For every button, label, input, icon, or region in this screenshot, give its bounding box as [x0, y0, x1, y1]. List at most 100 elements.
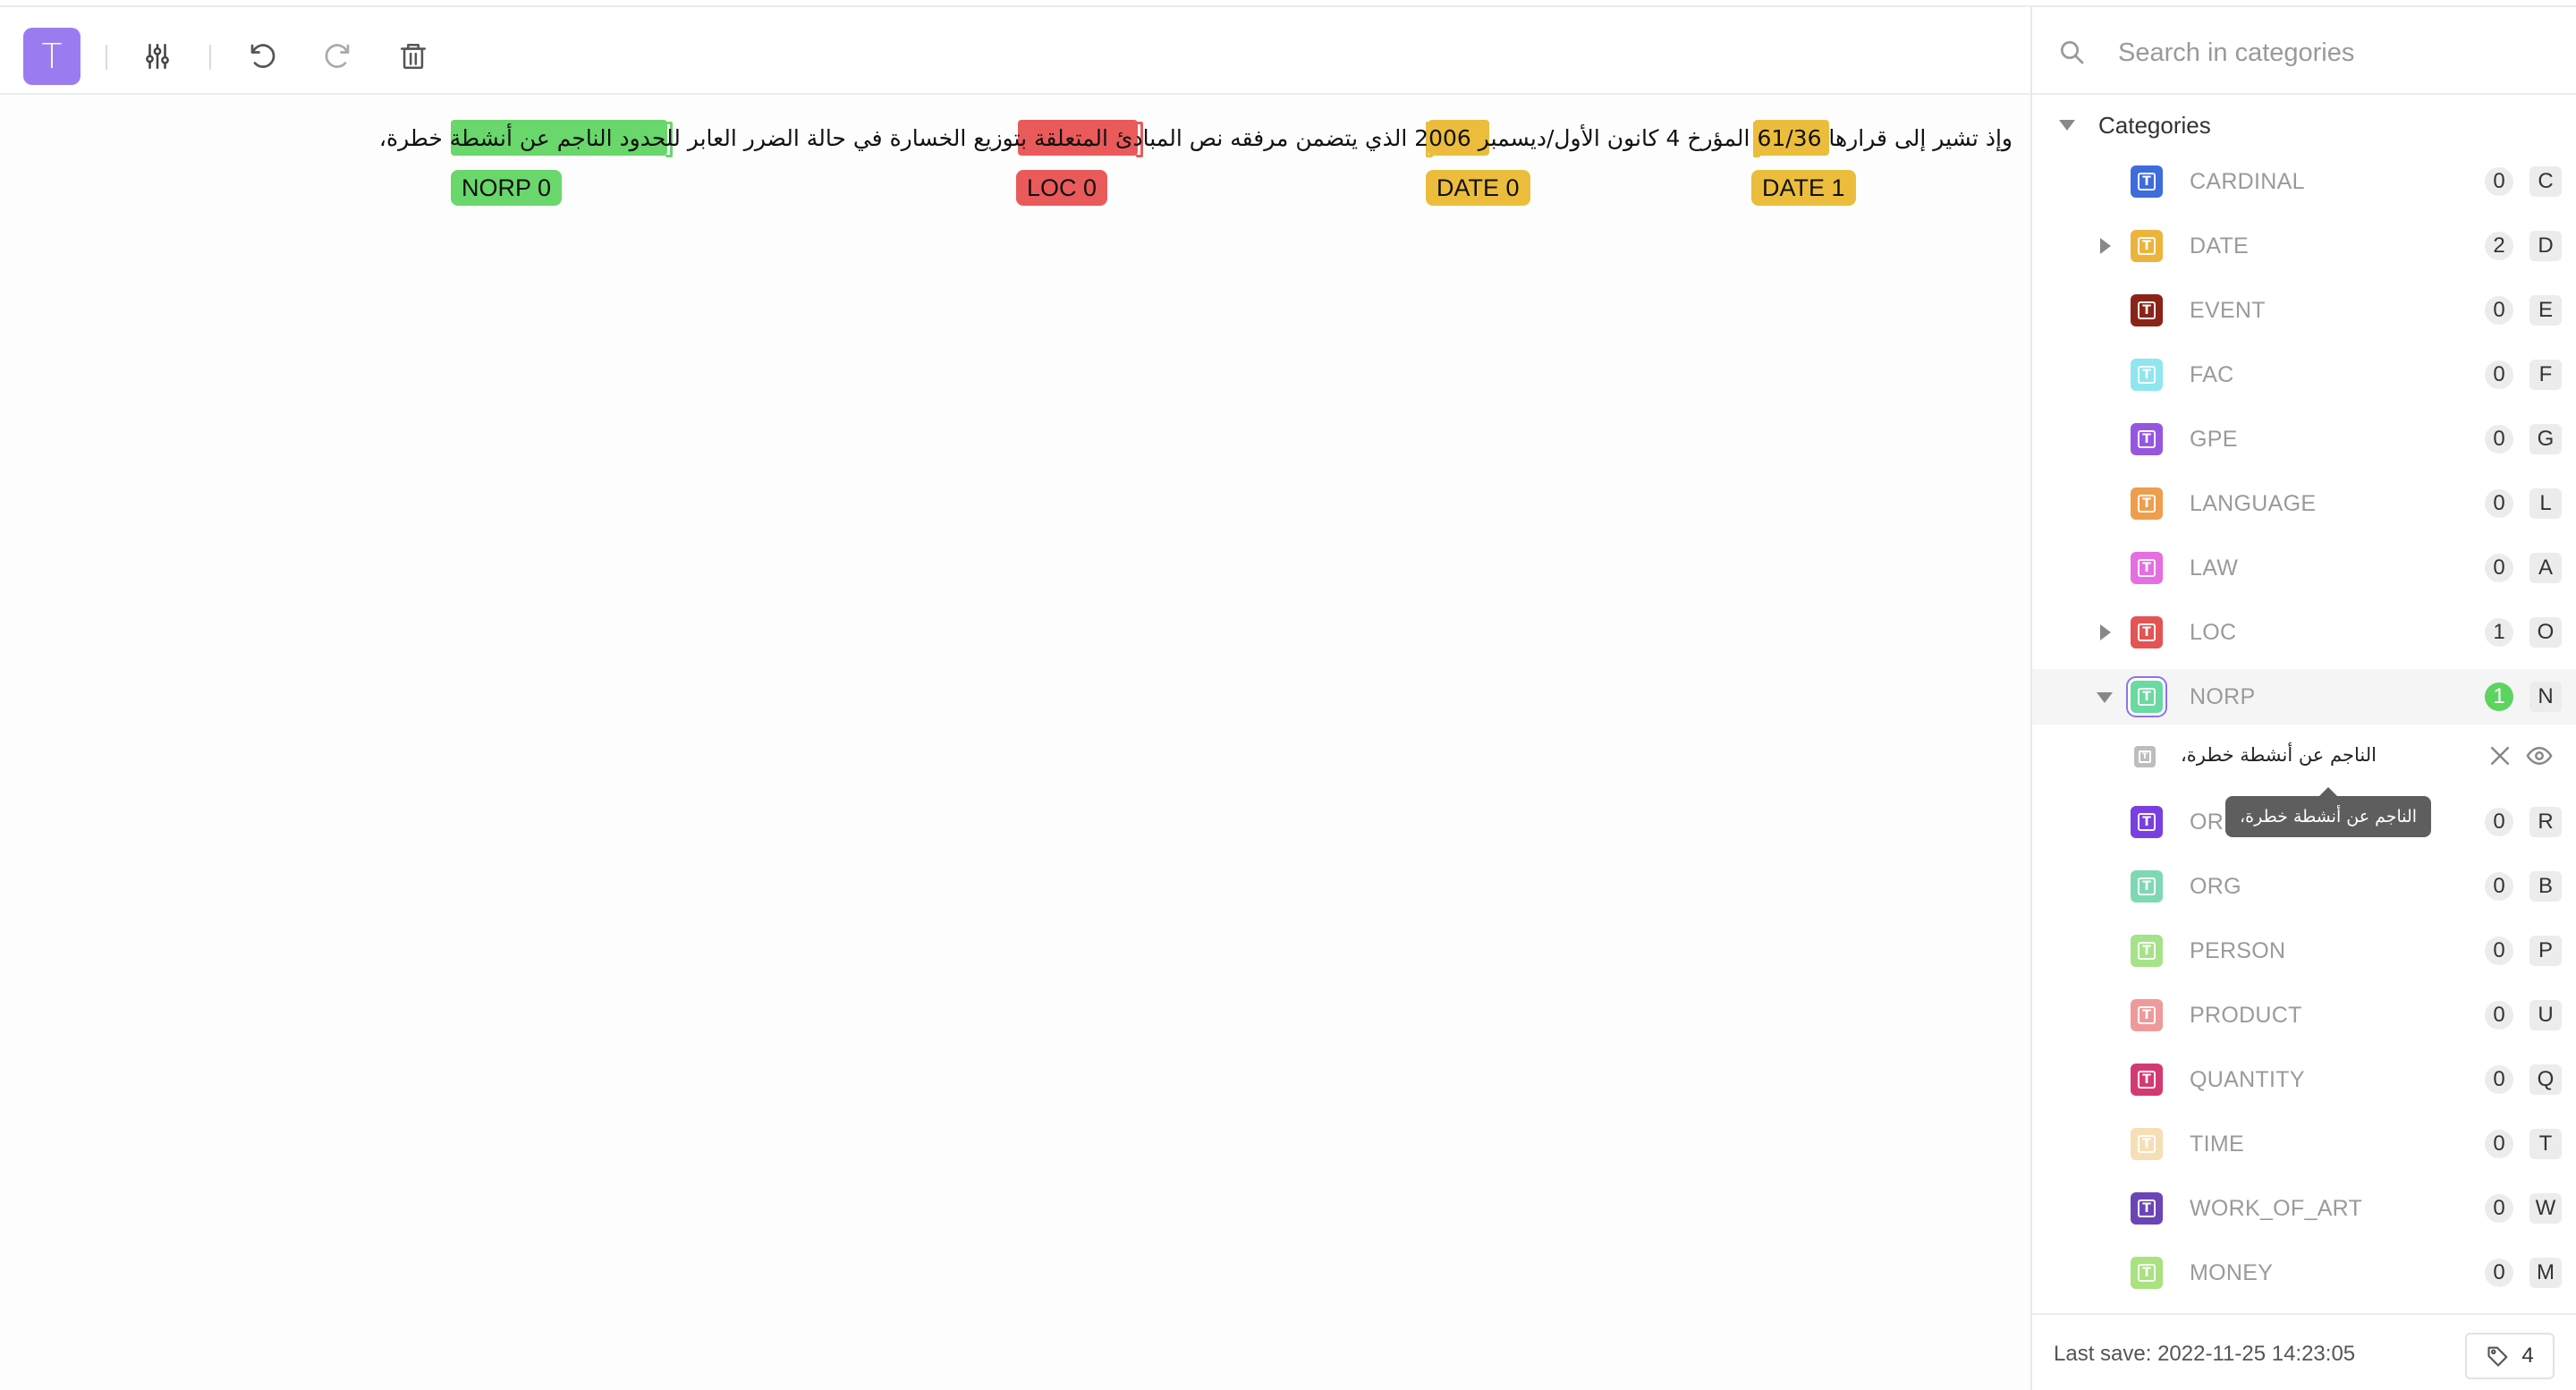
category-count-badge: 0 — [2485, 554, 2513, 582]
category-label: TIME — [2190, 1131, 2244, 1157]
category-color-icon: T — [2131, 870, 2163, 903]
category-shortcut-key: Q — [2529, 1064, 2562, 1095]
category-label: WORK_OF_ART — [2190, 1196, 2363, 1221]
category-label: PERSON — [2190, 938, 2286, 963]
label-tag-norp-0[interactable]: NORP 0 — [451, 170, 563, 206]
search-icon — [2061, 41, 2084, 64]
categories-header[interactable]: Categories — [2050, 107, 2211, 143]
norp-entity-text[interactable]: الناجم عن أنشطة خطرة، — [2181, 744, 2377, 766]
label-tag-loc-0[interactable]: LOC 0 — [1016, 170, 1108, 206]
category-color-icon: T — [2131, 999, 2163, 1031]
category-label: ORG — [2190, 874, 2241, 899]
category-count-badge: 0 — [2485, 1065, 2513, 1094]
category-color-icon: T — [2131, 552, 2163, 584]
search-bar — [2032, 7, 2576, 95]
category-label: LAW — [2190, 555, 2239, 581]
undo-button[interactable] — [234, 28, 292, 85]
annotation-editor-pane: T وإذ تشير إلى قرارها 61/36 المؤرخ 4 كان… — [0, 7, 2030, 1390]
category-count-badge: 1 — [2485, 682, 2513, 711]
label-tag-date-1[interactable]: DATE 1 — [1751, 170, 1856, 206]
delete-button[interactable] — [385, 28, 442, 85]
category-row-cardinal[interactable]: T CARDINAL 0 C — [2032, 154, 2576, 209]
category-shortcut-key: F — [2529, 360, 2562, 390]
category-label: PRODUCT — [2190, 1003, 2302, 1028]
collapse-arrow-icon[interactable] — [2097, 692, 2113, 703]
trash-icon — [400, 43, 427, 70]
category-row-language[interactable]: T LANGUAGE 0 L — [2032, 476, 2576, 531]
redo-button[interactable] — [309, 28, 366, 85]
expand-arrow-icon[interactable] — [2100, 238, 2111, 254]
category-color-icon: T — [2131, 423, 2163, 455]
category-row-law[interactable]: T LAW 0 A — [2032, 540, 2576, 596]
eye-icon[interactable] — [2524, 742, 2555, 769]
category-row-person[interactable]: T PERSON 0 P — [2032, 923, 2576, 979]
search-input[interactable] — [2118, 29, 2547, 77]
category-row-quantity[interactable]: T QUANTITY 0 Q — [2032, 1052, 2576, 1107]
category-color-icon: T — [2131, 935, 2163, 967]
category-shortcut-key: D — [2529, 231, 2562, 261]
category-color-icon: T — [2131, 294, 2163, 326]
category-color-icon: T — [2131, 487, 2163, 520]
category-count-badge: 0 — [2485, 1130, 2513, 1158]
category-row-gpe[interactable]: T GPE 0 G — [2032, 411, 2576, 467]
categories-panel: Categories TCARDINAL0CTDATE2DTEVENT0ETFA… — [2032, 7, 2576, 1390]
undo-icon — [250, 44, 275, 68]
category-count-badge: 0 — [2485, 296, 2513, 325]
category-label: MONEY — [2190, 1260, 2274, 1285]
settings-button[interactable] — [129, 28, 186, 85]
category-color-icon: T — [2131, 1192, 2163, 1225]
category-count-badge: 0 — [2485, 167, 2513, 196]
categories-label: Categories — [2098, 111, 2211, 139]
status-footer: Last save: 2022-11-25 14:23:05 4 — [2032, 1313, 2576, 1390]
category-shortcut-key: R — [2529, 807, 2562, 837]
category-row-product[interactable]: T PRODUCT 0 U — [2032, 987, 2576, 1043]
category-row-date[interactable]: T DATE 2 D — [2032, 218, 2576, 274]
category-color-icon: T — [2131, 359, 2163, 391]
category-row-org[interactable]: T ORG 0 B — [2032, 859, 2576, 914]
toolbar: T — [0, 7, 2030, 95]
window-top-border — [0, 0, 2576, 7]
close-icon[interactable] — [2487, 742, 2513, 769]
category-row-norp[interactable]: T NORP 1 N — [2032, 669, 2576, 725]
category-count-badge: 0 — [2485, 808, 2513, 836]
category-color-icon: T — [2131, 616, 2163, 648]
collapse-arrow-icon[interactable] — [2059, 120, 2075, 131]
category-label: DATE — [2190, 233, 2250, 259]
category-color-icon: T — [2131, 165, 2163, 198]
settings-sliders-icon — [146, 43, 169, 70]
category-color-icon: T — [2131, 1128, 2163, 1160]
category-label: LANGUAGE — [2190, 491, 2317, 516]
category-label: LOC — [2190, 620, 2237, 645]
category-label: GPE — [2190, 427, 2238, 452]
category-row-work-of-art[interactable]: T WORK_OF_ART 0 W — [2032, 1181, 2576, 1236]
toolbar-divider — [209, 45, 211, 70]
category-color-icon: T — [2131, 681, 2163, 713]
category-count-badge: 0 — [2485, 1259, 2513, 1287]
category-row-event[interactable]: T EVENT 0 E — [2032, 283, 2576, 338]
category-shortcut-key: W — [2529, 1193, 2562, 1224]
category-shortcut-key: L — [2529, 488, 2562, 519]
category-label: CARDINAL — [2190, 169, 2305, 194]
category-label: NORP — [2190, 684, 2256, 709]
document-area[interactable]: وإذ تشير إلى قرارها 61/36 المؤرخ 4 كانون… — [0, 97, 2030, 1390]
category-label: EVENT — [2190, 298, 2266, 323]
category-row-fac[interactable]: T FAC 0 F — [2032, 347, 2576, 403]
tag-icon — [2487, 1346, 2508, 1367]
annotation-count-badge[interactable]: 4 — [2465, 1333, 2555, 1379]
category-shortcut-key: N — [2529, 682, 2562, 712]
category-count-badge: 2 — [2485, 232, 2513, 260]
category-row-money[interactable]: T MONEY 0 M — [2032, 1245, 2576, 1301]
label-tag-date-0[interactable]: DATE 0 — [1426, 170, 1530, 206]
document-text[interactable]: وإذ تشير إلى قرارها 61/36 المؤرخ 4 كانون… — [379, 125, 2012, 151]
redo-icon — [325, 44, 350, 68]
norp-entity-row[interactable]: T الناجم عن أنشطة خطرة، — [2032, 730, 2576, 782]
last-save-text: Last save: 2022-11-25 14:23:05 — [2054, 1342, 2356, 1366]
category-row-time[interactable]: T TIME 0 T — [2032, 1116, 2576, 1172]
category-label: FAC — [2190, 362, 2234, 387]
category-shortcut-key: B — [2529, 871, 2562, 902]
text-tool-button[interactable]: T — [23, 28, 80, 85]
expand-arrow-icon[interactable] — [2100, 624, 2111, 640]
category-row-loc[interactable]: T LOC 1 O — [2032, 605, 2576, 660]
category-count-badge: 0 — [2485, 872, 2513, 901]
category-color-icon: T — [2131, 1257, 2163, 1289]
